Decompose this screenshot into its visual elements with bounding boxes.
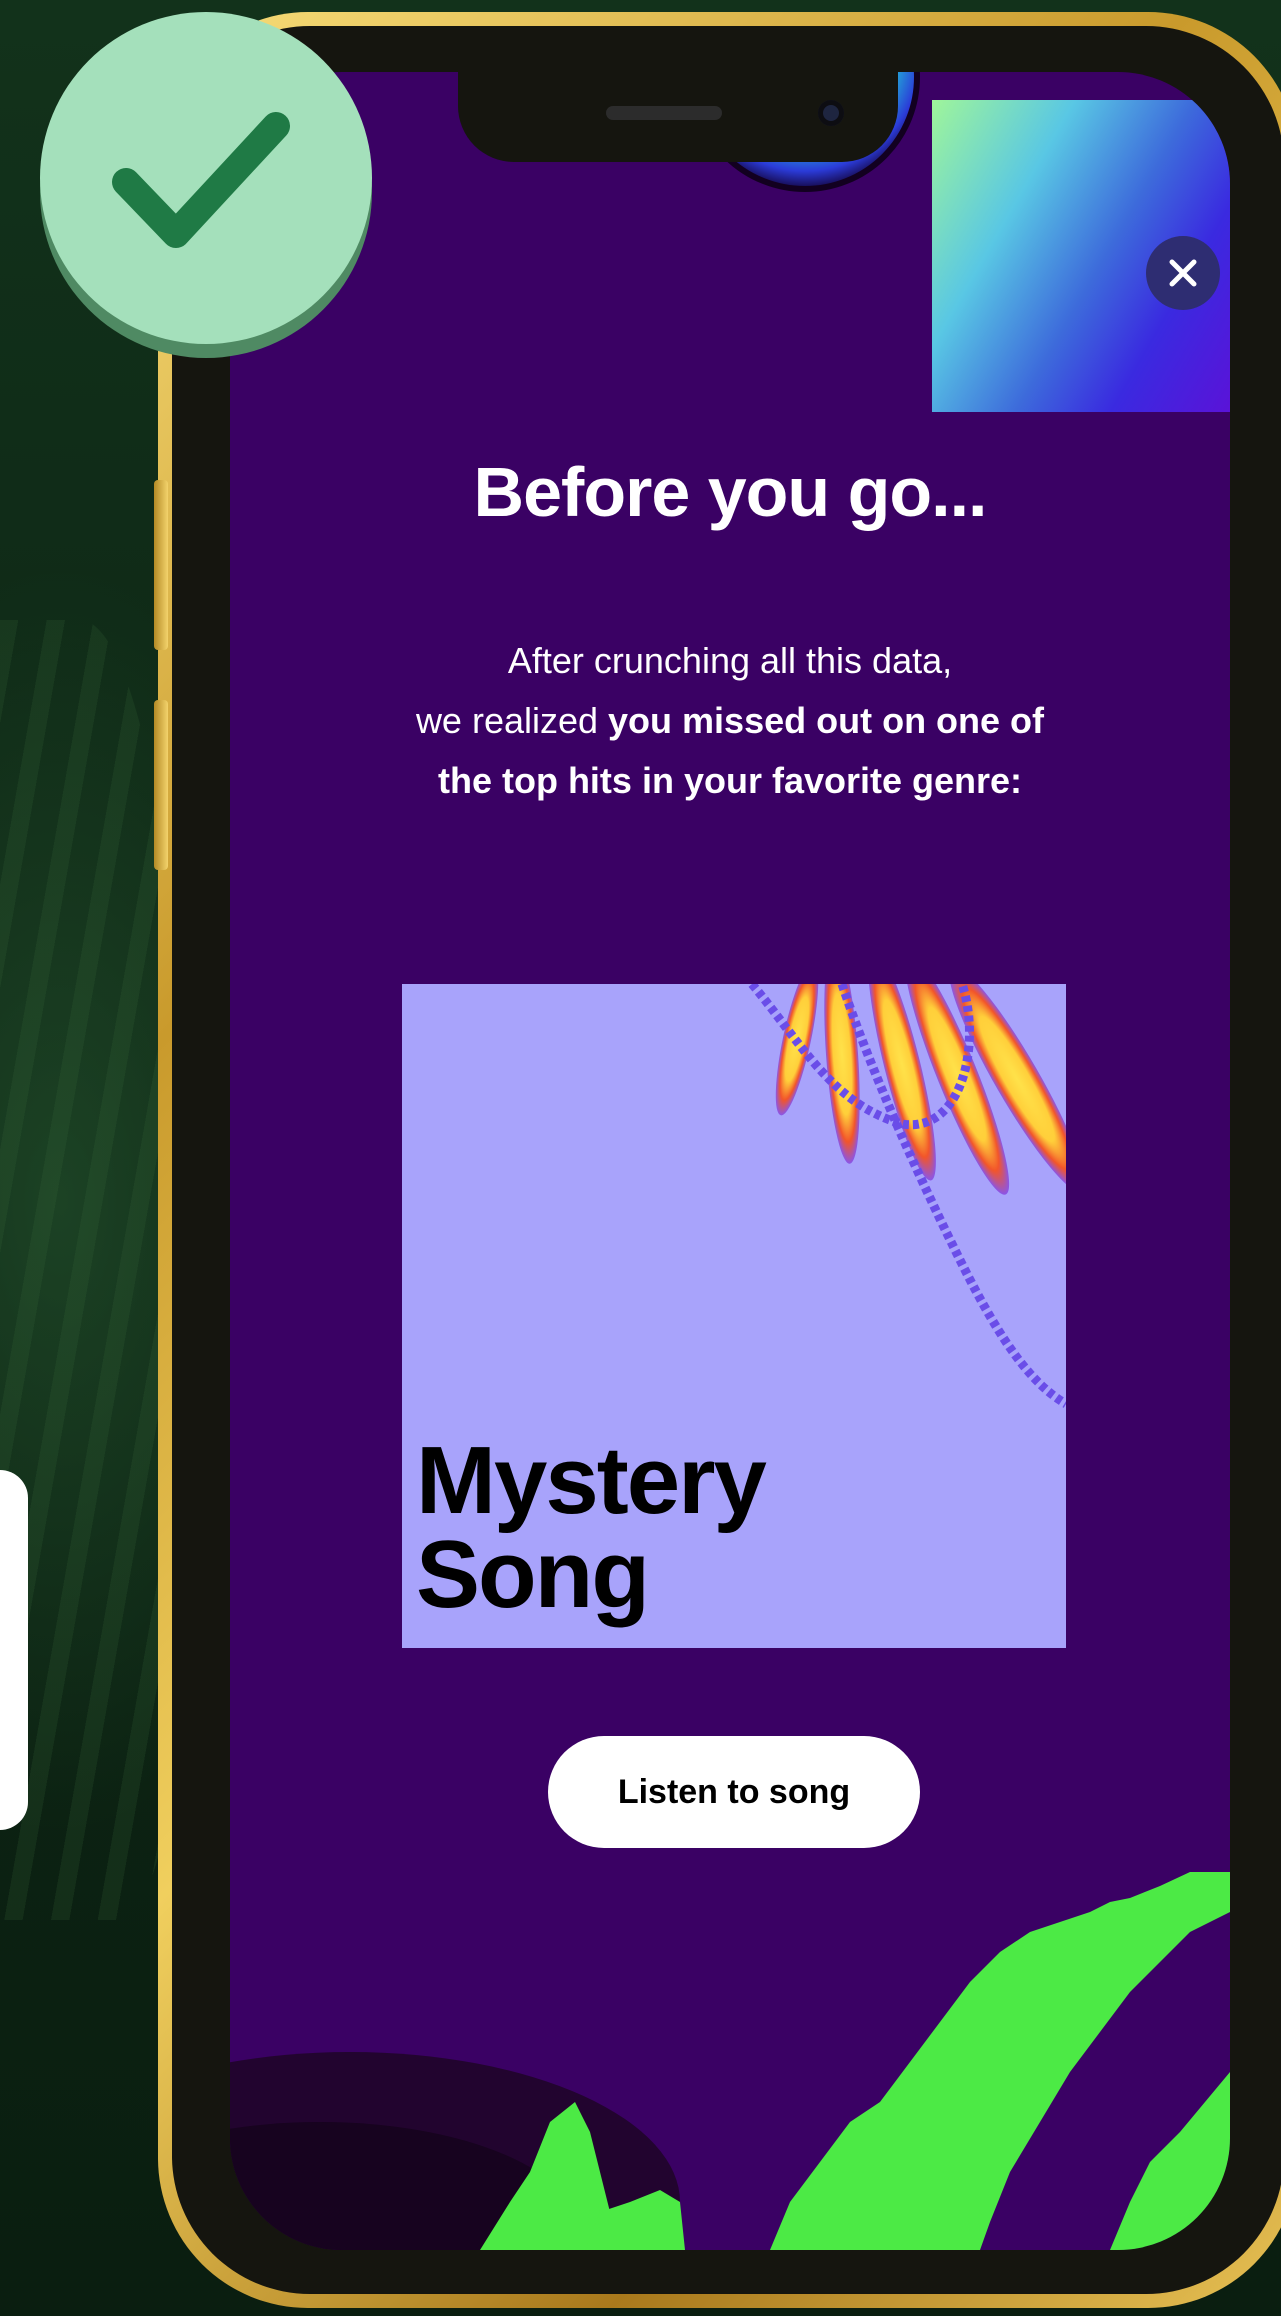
speaker-grille: [606, 106, 722, 120]
cover-title: Mystery Song: [416, 1427, 767, 1628]
checkmark-badge: [40, 12, 372, 358]
intro-line-3: the top hits in your favorite genre:: [230, 760, 1230, 802]
phone-screen: Before you go... After crunching all thi…: [230, 72, 1230, 2250]
background-card: [0, 1470, 28, 1830]
modal-title: Before you go...: [473, 453, 988, 531]
close-icon: [1169, 259, 1197, 287]
intro-line-2-bold: you missed out on one of: [608, 700, 1045, 741]
close-button[interactable]: [1146, 236, 1220, 310]
phone-side-button-top: [154, 480, 168, 650]
front-camera: [818, 100, 844, 126]
intro-line-2: we realized you missed out on one of: [230, 700, 1230, 742]
phone-side-button-bottom: [154, 700, 168, 870]
intro-line-1: After crunching all this data,: [507, 640, 953, 681]
bottom-decoration: [230, 1872, 1230, 2250]
phone-notch: [458, 72, 898, 162]
cover-title-line-2: Song: [416, 1521, 650, 1628]
intro-line-3-bold: the top hits in your favorite genre:: [437, 760, 1023, 801]
cover-title-line-1: Mystery: [416, 1427, 767, 1534]
intro-line-2-plain: we realized: [415, 700, 609, 741]
listen-to-song-button[interactable]: Listen to song: [548, 1736, 920, 1848]
song-cover[interactable]: Mystery Song: [402, 984, 1066, 1648]
